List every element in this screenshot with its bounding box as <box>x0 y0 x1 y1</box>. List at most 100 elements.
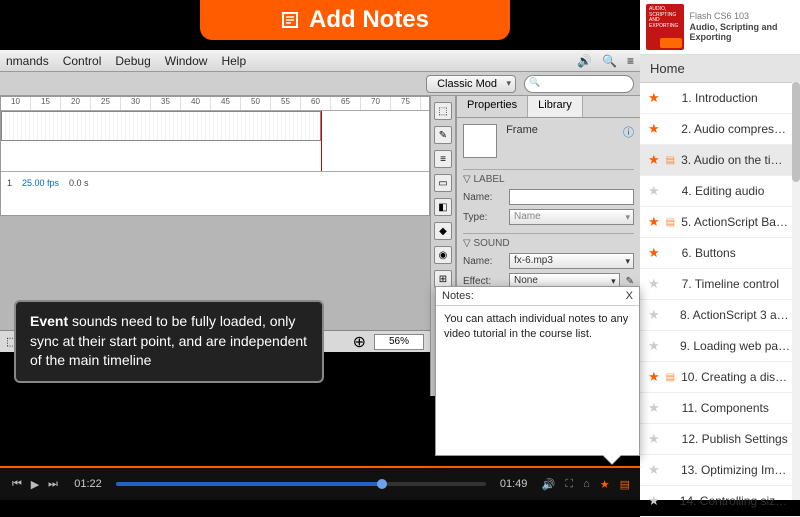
notes-popup: Notes: X You can attach individual notes… <box>435 286 640 456</box>
tab-properties[interactable]: Properties <box>457 96 528 117</box>
seek-slider[interactable] <box>116 482 486 486</box>
video-player-bar: ⏮ ▶ ⏭ 01:22 01:49 🔊 ⛶ ⌂ ★ ▤ <box>0 466 640 500</box>
star-icon[interactable]: ★ <box>648 245 660 261</box>
chapter-item[interactable]: ★ 6. Buttons <box>640 238 800 269</box>
workspace-bar: Classic Mod <box>0 72 640 96</box>
volume-icon[interactable]: 🔊 <box>542 478 556 491</box>
status-time: 0.0 s <box>69 178 89 188</box>
tool-icon[interactable]: ◆ <box>434 222 452 240</box>
info-icon[interactable]: ⓘ <box>623 124 634 140</box>
menu-control[interactable]: Control <box>63 54 102 68</box>
frame-type-label: Frame <box>506 124 538 136</box>
label-name-input[interactable] <box>509 189 634 205</box>
chapter-item[interactable]: ★▤3. Audio on the timeline <box>640 145 800 176</box>
chapter-item[interactable]: ★ 8. ActionScript 3 and Cod <box>640 300 800 331</box>
tool-icon[interactable]: ◧ <box>434 198 452 216</box>
star-icon[interactable]: ★ <box>648 152 660 168</box>
star-icon[interactable]: ★ <box>648 338 660 354</box>
play-button[interactable]: ▶ <box>28 477 42 491</box>
chapter-item[interactable]: ★▤10. Creating a disabled b <box>640 362 800 393</box>
tool-icon[interactable]: ◉ <box>434 246 452 264</box>
course-thumbnail: AUDIO, SCRIPTING AND EXPORTING <box>646 4 684 50</box>
star-icon[interactable]: ★ <box>648 462 660 478</box>
tool-icon[interactable]: ⬚ <box>434 102 452 120</box>
chapter-label: 8. ActionScript 3 and Cod <box>680 308 792 322</box>
chapter-item[interactable]: ★12. Publish Settings <box>640 424 800 455</box>
popup-tail <box>603 455 621 464</box>
sound-name-select[interactable]: fx-6.mp3 <box>509 253 634 269</box>
chapter-item[interactable]: ★11. Components <box>640 393 800 424</box>
star-icon[interactable]: ★ <box>648 400 660 416</box>
chapter-label: 9. Loading web pages an <box>680 339 792 353</box>
label-type-select[interactable]: Name <box>509 209 634 225</box>
star-icon[interactable]: ★ <box>648 214 660 230</box>
add-notes-banner: Add Notes <box>200 0 510 40</box>
star-icon[interactable]: ★ <box>648 183 660 199</box>
star-icon[interactable]: ★ <box>648 369 660 385</box>
course-code: Flash CS6 103 <box>690 11 794 22</box>
seek-knob[interactable] <box>377 479 387 489</box>
chapter-label: 3. Audio on the timeline <box>681 153 792 167</box>
chapter-item[interactable]: ★ 9. Loading web pages an <box>640 331 800 362</box>
tool-icon[interactable]: ▭ <box>434 174 452 192</box>
chapter-list: ★1. Introduction★2. Audio compression★▤3… <box>640 83 800 517</box>
menu-debug[interactable]: Debug <box>115 54 150 68</box>
timeline-status: 1 25.00 fps 0.0 s <box>1 171 429 193</box>
scrollbar-thumb[interactable] <box>792 82 800 182</box>
chapter-item[interactable]: ★ 13. Optimizing Images <box>640 455 800 486</box>
star-icon[interactable]: ★ <box>648 493 660 509</box>
timeline-playhead[interactable] <box>321 111 322 171</box>
close-icon[interactable]: X <box>626 290 633 302</box>
nav-home[interactable]: Home <box>640 55 800 83</box>
sidebar-scrollbar[interactable] <box>792 82 800 500</box>
star-icon[interactable]: ★ <box>648 90 660 106</box>
chapter-item[interactable]: ★2. Audio compression <box>640 114 800 145</box>
timeline-panel: 10 15 20 25 30 35 40 45 50 55 60 65 70 7… <box>0 96 430 216</box>
chapter-label: 13. Optimizing Images <box>681 463 792 477</box>
note-indicator-icon: ▤ <box>666 217 676 228</box>
chapter-label: 6. Buttons <box>682 246 736 260</box>
star-icon[interactable]: ★ <box>648 431 660 447</box>
info-callout: Event sounds need to be fully loaded, on… <box>14 300 324 383</box>
menu-bar: nmands Control Debug Window Help 🔊 🔍 ≡ <box>0 50 640 72</box>
frame-icon <box>463 124 497 158</box>
star-icon[interactable]: ★ <box>648 121 660 137</box>
status-fps: 25.00 fps <box>22 178 59 188</box>
star-icon[interactable]: ★ <box>648 307 660 323</box>
tab-library[interactable]: Library <box>528 96 583 117</box>
callout-bold: Event <box>30 313 68 329</box>
chapter-item[interactable]: ★14. Controlling size of exp <box>640 486 800 517</box>
tool-icon[interactable]: ✎ <box>434 126 452 144</box>
tool-icon[interactable]: ≡ <box>434 150 452 168</box>
zoom-input[interactable]: 56% <box>374 334 424 350</box>
home-icon[interactable]: ⌂ <box>583 478 590 490</box>
search-icon[interactable]: 🔍 <box>602 54 617 68</box>
workspace-select[interactable]: Classic Mod <box>426 75 516 93</box>
menu-extra-icon[interactable]: ≡ <box>627 54 634 68</box>
notes-toggle-icon[interactable]: ▤ <box>620 478 630 491</box>
note-indicator-icon: ▤ <box>666 372 675 383</box>
zoom-fit-icon[interactable]: ⊕ <box>353 332 366 352</box>
timeline-segment[interactable] <box>1 111 321 141</box>
timeline-ruler[interactable]: 10 15 20 25 30 35 40 45 50 55 60 65 70 7… <box>1 97 429 111</box>
star-icon[interactable]: ★ <box>648 276 660 292</box>
chapter-item[interactable]: ★▤5. ActionScript Basics <box>640 207 800 238</box>
chapter-item[interactable]: ★1. Introduction <box>640 83 800 114</box>
next-button[interactable]: ⏭ <box>46 477 60 491</box>
menu-window[interactable]: Window <box>165 54 208 68</box>
timeline-tracks[interactable] <box>1 111 429 171</box>
chapter-item[interactable]: ★ 4. Editing audio <box>640 176 800 207</box>
search-input[interactable] <box>524 75 634 93</box>
seek-progress <box>116 482 382 486</box>
menu-help[interactable]: Help <box>221 54 246 68</box>
fullscreen-icon[interactable]: ⛶ <box>565 478 573 491</box>
prev-button[interactable]: ⏮ <box>10 477 24 491</box>
volume-icon[interactable]: 🔊 <box>577 54 592 68</box>
star-icon[interactable]: ★ <box>600 478 610 491</box>
course-title: Audio, Scripting and Exporting <box>690 22 794 44</box>
chapter-label: 4. Editing audio <box>682 184 765 198</box>
notes-body[interactable]: You can attach individual notes to any v… <box>436 306 639 348</box>
menu-commands[interactable]: nmands <box>6 54 49 68</box>
sound-edit-icon[interactable]: ✎ <box>626 276 634 287</box>
chapter-item[interactable]: ★7. Timeline control <box>640 269 800 300</box>
